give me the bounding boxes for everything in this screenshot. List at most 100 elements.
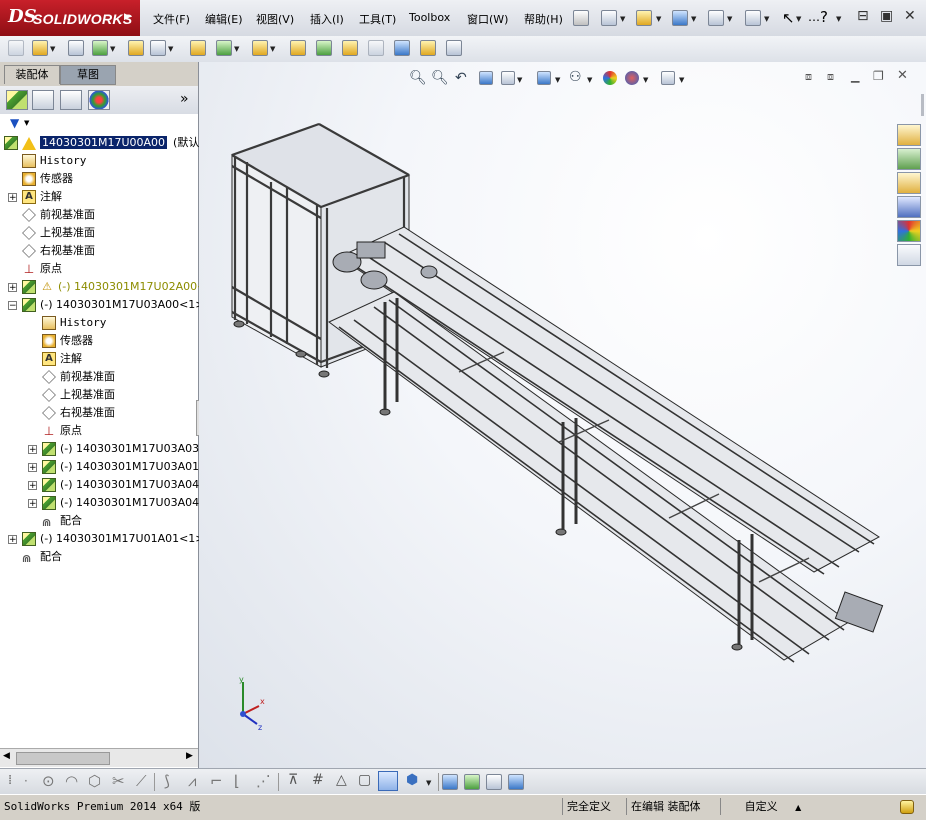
- new-motion-study-icon[interactable]: [290, 40, 306, 56]
- solidworks-logo[interactable]: DS SOLIDWORKS ▶: [0, 0, 140, 36]
- print-icon[interactable]: [708, 10, 724, 26]
- tree-item-annotations[interactable]: A 注解: [22, 188, 62, 206]
- expand-toggle[interactable]: +: [28, 445, 37, 455]
- tree-item-origin[interactable]: ⊥ 原点: [22, 260, 62, 278]
- tree-item-top-plane[interactable]: 上视基准面: [42, 386, 115, 404]
- tab-sketch[interactable]: 草图: [60, 65, 116, 85]
- expand-toggle[interactable]: +: [28, 499, 37, 509]
- smart-fasteners-icon[interactable]: [128, 40, 144, 56]
- tree-item-component-u01a01[interactable]: (-) 14030301M17U01A01<1>: [22, 530, 205, 548]
- tree-item-front-plane[interactable]: 前视基准面: [22, 206, 95, 224]
- minimize-button[interactable]: ⊟: [857, 8, 869, 24]
- chevron-down-icon[interactable]: ▼: [270, 45, 275, 53]
- tree-item-history[interactable]: History: [22, 152, 86, 170]
- instant3d-icon[interactable]: [446, 40, 462, 56]
- conveyor-assembly-model[interactable]: [199, 62, 926, 768]
- tree-root-assembly[interactable]: 14030301M17U00A00(默认<显示: [4, 134, 231, 152]
- show-hidden-components-icon[interactable]: [190, 40, 206, 56]
- collapse-toggle[interactable]: −: [8, 301, 17, 311]
- scrollbar-thumb[interactable]: [16, 752, 110, 765]
- chevron-down-icon[interactable]: ▼: [691, 15, 696, 23]
- insert-component-icon[interactable]: [8, 40, 24, 56]
- triangle-icon[interactable]: △: [336, 772, 347, 788]
- menu-insert[interactable]: 插入(I): [310, 11, 344, 27]
- expand-toggle[interactable]: +: [8, 193, 17, 203]
- move-component-icon[interactable]: [150, 40, 166, 56]
- tree-item-component-u03a01[interactable]: (-) 14030301M17U03A01<: [42, 458, 208, 476]
- bill-of-materials-icon[interactable]: [316, 40, 332, 56]
- corner-icon[interactable]: ⌊: [234, 772, 240, 790]
- tree-item-top-plane[interactable]: 上视基准面: [22, 224, 95, 242]
- chevron-down-icon[interactable]: ▼: [764, 15, 769, 23]
- property-manager-icon[interactable]: [32, 90, 54, 110]
- chevron-down-icon[interactable]: ▼: [50, 45, 55, 53]
- scroll-right-icon[interactable]: ▶: [186, 751, 193, 761]
- chevron-down-icon[interactable]: ▼: [656, 15, 661, 23]
- menu-view[interactable]: 视图(V): [256, 11, 294, 27]
- tree-item-component-u03a00[interactable]: (-) 14030301M17U03A00<1>: [22, 296, 205, 314]
- rebuild-notification-icon[interactable]: [900, 800, 914, 814]
- dimension-icon[interactable]: ⊼: [288, 772, 298, 788]
- close-button[interactable]: ✕: [904, 8, 916, 24]
- window-tile-icon[interactable]: [486, 774, 502, 790]
- reference-geometry-icon[interactable]: [252, 40, 268, 56]
- tree-item-annotations[interactable]: A 注解: [42, 350, 82, 368]
- centerpoint-arc-icon[interactable]: ◠: [65, 772, 78, 790]
- chevron-down-icon[interactable]: ▼: [426, 779, 431, 787]
- mirror-icon[interactable]: ⩘: [188, 772, 196, 790]
- new-document-icon[interactable]: [601, 10, 617, 26]
- menu-help[interactable]: 帮助(H): [524, 11, 563, 27]
- window-cascade-icon[interactable]: [508, 774, 524, 790]
- expand-toggle[interactable]: +: [28, 481, 37, 491]
- display-manager-icon[interactable]: [88, 90, 110, 110]
- feature-manager-tree-icon[interactable]: [6, 90, 28, 110]
- expand-toggle[interactable]: +: [28, 463, 37, 473]
- tree-item-right-plane[interactable]: 右视基准面: [42, 404, 115, 422]
- expand-toggle[interactable]: +: [8, 535, 17, 545]
- open-folder-icon[interactable]: [636, 10, 652, 26]
- chevron-down-icon[interactable]: ▼: [796, 15, 801, 23]
- menu-tools[interactable]: 工具(T): [359, 11, 396, 27]
- interference-detection-icon[interactable]: [394, 40, 410, 56]
- mate-icon[interactable]: [68, 40, 84, 56]
- tree-item-history[interactable]: History: [42, 314, 106, 332]
- tree-item-front-plane[interactable]: 前视基准面: [42, 368, 115, 386]
- fillet-icon[interactable]: ⌐: [210, 772, 223, 790]
- assembly-features-icon[interactable]: [216, 40, 232, 56]
- menu-window[interactable]: 窗口(W): [467, 11, 508, 27]
- filter-icon[interactable]: ▼: [10, 116, 19, 130]
- grid-icon[interactable]: #: [312, 772, 324, 788]
- tree-item-sensors[interactable]: 传感器: [22, 170, 73, 188]
- spline-icon[interactable]: ⋰: [256, 772, 271, 790]
- tree-item-mates[interactable]: ⋒ 配合: [22, 548, 62, 566]
- polygon-icon[interactable]: ⬡: [88, 772, 101, 790]
- tree-item-origin[interactable]: ⊥ 原点: [42, 422, 82, 440]
- tree-item-right-plane[interactable]: 右视基准面: [22, 242, 95, 260]
- chevron-down-icon[interactable]: ▼: [24, 119, 29, 127]
- point-icon[interactable]: ·: [24, 774, 28, 788]
- chevron-down-icon[interactable]: ▼: [727, 15, 732, 23]
- circle-icon[interactable]: ⊙: [42, 772, 55, 790]
- select-cursor-icon[interactable]: ↖: [782, 9, 795, 27]
- shaded-cube-icon[interactable]: [378, 771, 398, 791]
- tree-item-sensors[interactable]: 传感器: [42, 332, 93, 350]
- tab-assembly[interactable]: 装配体: [4, 65, 60, 84]
- scroll-left-icon[interactable]: ◀: [3, 751, 10, 761]
- tree-item-component-u03a03[interactable]: (-) 14030301M17U03A03<: [42, 440, 208, 458]
- chevron-down-icon[interactable]: ▼: [836, 15, 841, 23]
- chevron-down-icon[interactable]: ▼: [168, 45, 173, 53]
- offset-icon[interactable]: ⟆: [164, 772, 170, 790]
- linear-pattern-icon[interactable]: [92, 40, 108, 56]
- restore-button[interactable]: ▣: [880, 8, 893, 24]
- undo-icon[interactable]: [745, 10, 761, 26]
- assembly-transparency-icon[interactable]: [442, 774, 458, 790]
- chevron-down-icon[interactable]: ▼: [620, 15, 625, 23]
- chevron-down-icon[interactable]: ▼: [110, 45, 115, 53]
- save-icon[interactable]: [672, 10, 688, 26]
- expand-toggle[interactable]: +: [8, 283, 17, 293]
- pushpin-icon[interactable]: [573, 10, 589, 26]
- tree-item-component-u03a04[interactable]: (-) 14030301M17U03A04<: [42, 494, 208, 512]
- line-icon[interactable]: ⟋: [136, 772, 147, 790]
- units-selector[interactable]: 自定义 ▲: [720, 798, 825, 815]
- change-transparency-icon[interactable]: [464, 774, 480, 790]
